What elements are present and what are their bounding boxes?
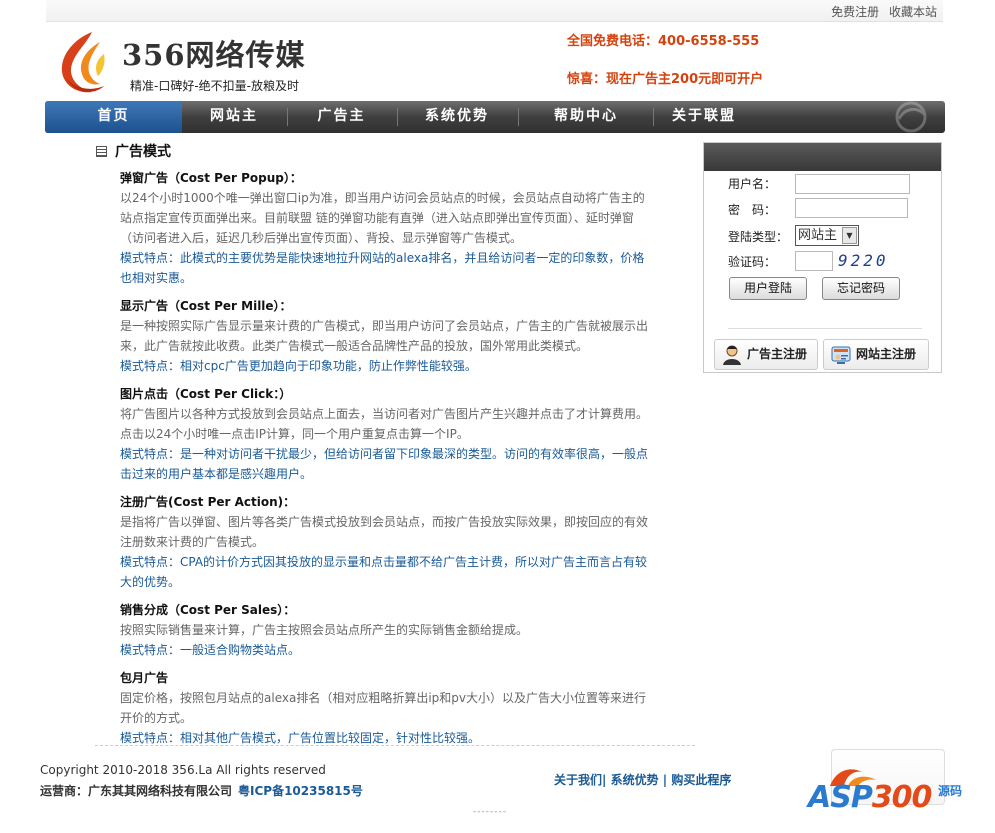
copyright-text: Copyright 2010-2018 356.La All rights re… <box>40 763 326 777</box>
login-type-value: 网站主 <box>798 228 838 243</box>
ad-mode-title: 图片点击（Cost Per Click：） <box>120 387 292 401</box>
ad-mode-monthly: 包月广告 固定价格，按照包月站点的alexa排名（相对应粗略折算出ip和pv大小… <box>120 668 648 748</box>
ad-mode-feature: 模式特点：CPA的计价方式因其投放的显示量和点击量都不给广告主计费，所以对广告主… <box>120 555 648 589</box>
advertiser-register-label: 广告主注册 <box>747 347 808 361</box>
icp-link[interactable]: 粤ICP备10235815号 <box>238 784 363 798</box>
footer-link-about[interactable]: 关于我们 <box>554 773 602 787</box>
login-divider <box>728 328 922 329</box>
top-bar: 免费注册 收藏本站 <box>46 0 943 22</box>
footer-link-advantages[interactable]: 系统优势 <box>611 773 659 787</box>
top-links: 免费注册 收藏本站 <box>825 3 937 20</box>
ad-mode-popup: 弹窗广告（Cost Per Popup）： 以24个小时1000个唯一弹出窗口i… <box>120 168 648 288</box>
footer-dots: -------- <box>473 807 507 817</box>
register-link[interactable]: 免费注册 <box>831 5 879 19</box>
asp300-watermark: ASP300 源码 <box>808 762 978 818</box>
ad-mode-feature: 模式特点：是一种对访问者干扰最少，但给访问者留下印象最深的类型。访问的有效率很高… <box>120 447 649 481</box>
webmaster-register-label: 网站主注册 <box>856 347 917 361</box>
watermark-text: ASP300 <box>808 780 933 815</box>
watermark-asp: ASP <box>808 780 873 815</box>
ad-mode-desc: 是指将广告以弹窗、图片等各类广告模式投放到会员站点，而按广告投放实际效果，即按回… <box>120 515 649 549</box>
section-title-text: 广告模式 <box>115 144 171 160</box>
ad-mode-feature: 模式特点：相对cpc广告更加趋向于印象功能，防止作弊性能较强。 <box>120 359 477 373</box>
footer-link-buy[interactable]: 购买此程序 <box>671 773 731 787</box>
ad-mode-feature: 模式特点：一般适合购物类站点。 <box>120 643 301 657</box>
watermark-300: 300 <box>871 780 933 815</box>
favorite-link[interactable]: 收藏本站 <box>889 5 937 19</box>
login-type-label: 登陆类型： <box>728 230 789 244</box>
ad-mode-feature: 模式特点：此模式的主要优势是能快速地拉升网站的alexa排名，并且给访问者一定的… <box>120 251 645 285</box>
advertiser-register-button[interactable]: 广告主注册 <box>714 339 818 370</box>
logo[interactable]: 356网络传媒 精准-口碑好-绝不扣量-放粮及时 <box>56 28 316 98</box>
user-icon <box>723 345 741 365</box>
logo-title: 356网络传媒 <box>122 38 306 72</box>
password-input[interactable] <box>795 198 908 218</box>
promo-text: 惊喜：现在广告主200元即可开户 <box>567 72 764 87</box>
login-panel-header <box>704 143 941 171</box>
password-label: 密 码： <box>728 203 777 217</box>
nav-advertiser[interactable]: 广告主 <box>288 101 395 133</box>
ad-mode-cpm: 显示广告（Cost Per Mille）： 是一种按照实际广告显示量来计费的广告… <box>120 296 648 376</box>
ad-mode-cpa: 注册广告(Cost Per Action)： 是指将广告以弹窗、图片等各类广告模… <box>120 492 648 592</box>
ad-mode-title: 包月广告 <box>120 671 169 685</box>
watermark-sub: 源码 <box>938 784 963 798</box>
website-icon <box>831 346 851 364</box>
ad-mode-cpc: 图片点击（Cost Per Click：） 将广告图片以各种方式投放到会员站点上… <box>120 384 648 484</box>
ad-mode-title: 弹窗广告（Cost Per Popup）： <box>120 171 302 185</box>
login-type-select[interactable]: 网站主 ▼ <box>795 225 859 246</box>
login-button[interactable]: 用户登陆 <box>729 277 807 300</box>
footer-divider <box>95 745 695 746</box>
ad-mode-cps: 销售分成（Cost Per Sales）： 按照实际销售量来计算，广告主按照会员… <box>120 600 648 660</box>
flame-logo-icon <box>61 32 105 93</box>
ad-mode-desc: 固定价格，按照包月站点的alexa排名（相对应粗略折算出ip和pv大小）以及广告… <box>120 691 646 725</box>
ad-mode-desc: 按照实际销售量来计算，广告主按照会员站点所产生的实际销售金额给提成。 <box>120 623 529 637</box>
logo-slogan: 精准-口碑好-绝不扣量-放粮及时 <box>130 79 299 93</box>
nav-emblem-icon <box>895 101 927 133</box>
captcha-label: 验证码： <box>728 255 777 269</box>
nav-about[interactable]: 关于联盟 <box>654 101 754 133</box>
nav-help[interactable]: 帮助中心 <box>519 101 653 133</box>
ad-mode-desc: 以24个小时1000个唯一弹出窗口ip为准，即当用户访问会员站点的时候，会员站点… <box>120 191 645 245</box>
document-icon <box>96 146 107 157</box>
ad-mode-title: 显示广告（Cost Per Mille）： <box>120 299 292 313</box>
section-title: 广告模式 <box>96 142 648 164</box>
hotline-text: 全国免费电话：400-6558-555 <box>567 34 760 49</box>
operator-text: 运营商：广东其其网络科技有限公司 粤ICP备10235815号 <box>40 782 363 799</box>
ad-modes-section: 广告模式 弹窗广告（Cost Per Popup）： 以24个小时1000个唯一… <box>96 142 648 756</box>
nav-advantages[interactable]: 系统优势 <box>398 101 516 133</box>
forgot-password-button[interactable]: 忘记密码 <box>822 277 900 300</box>
nav-home[interactable]: 首页 <box>45 101 182 133</box>
footer-links: 关于我们| 系统优势 | 购买此程序 <box>554 773 732 787</box>
login-panel: 用户名： 密 码： 登陆类型： 网站主 ▼ 验证码： 9220 用户登陆 忘记密… <box>703 142 942 373</box>
webmaster-register-button[interactable]: 网站主注册 <box>823 339 929 370</box>
main-nav: 首页 网站主 广告主 系统优势 帮助中心 关于联盟 <box>45 101 945 133</box>
username-input[interactable] <box>795 174 910 194</box>
ad-mode-desc: 将广告图片以各种方式投放到会员站点上面去，当访问者对广告图片产生兴趣并点击了才计… <box>120 407 649 441</box>
captcha-image[interactable]: 9220 <box>838 251 889 270</box>
nav-webmaster[interactable]: 网站主 <box>182 101 286 133</box>
ad-mode-title: 销售分成（Cost Per Sales）： <box>120 603 296 617</box>
captcha-input[interactable] <box>795 251 833 271</box>
chevron-down-icon: ▼ <box>842 227 857 244</box>
ad-mode-title: 注册广告(Cost Per Action)： <box>120 495 296 509</box>
username-label: 用户名： <box>728 177 777 191</box>
operator-name: 运营商：广东其其网络科技有限公司 <box>40 784 233 798</box>
ad-mode-desc: 是一种按照实际广告显示量来计费的广告模式，即当用户访问了会员站点，广告主的广告就… <box>120 319 649 353</box>
